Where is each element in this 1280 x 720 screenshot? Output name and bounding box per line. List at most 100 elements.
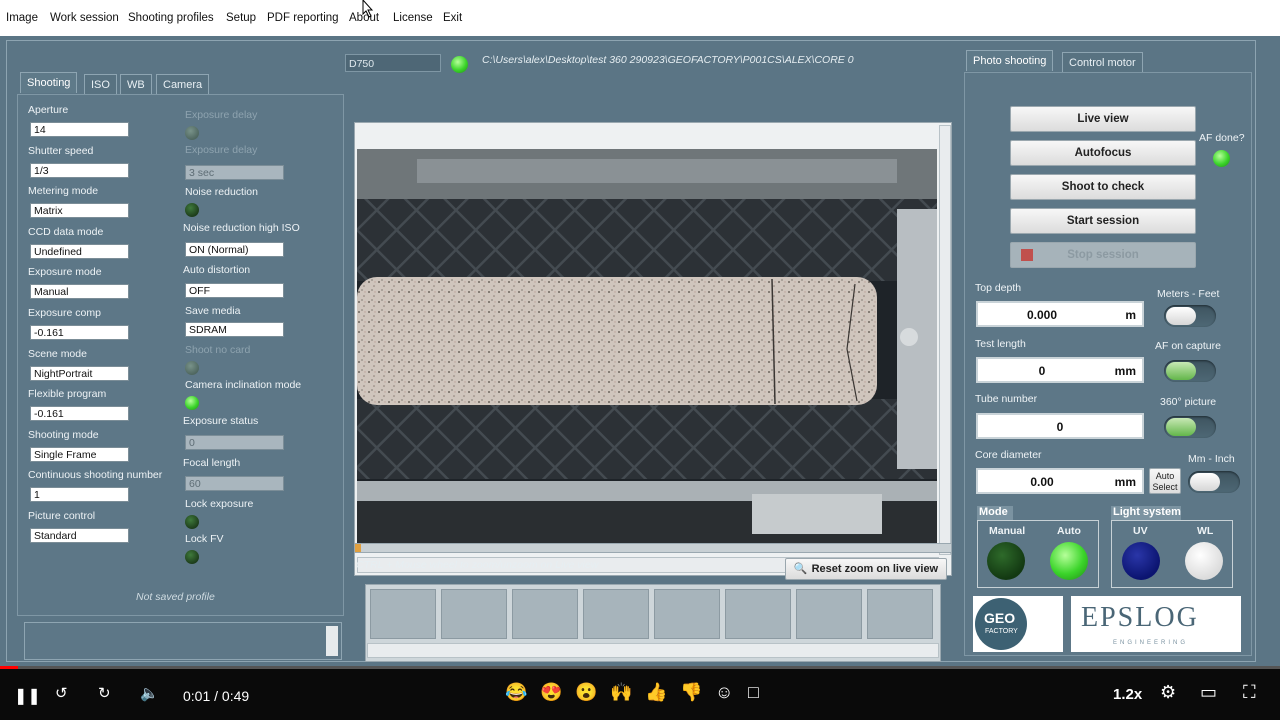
test-length-label: Test length	[975, 338, 1026, 350]
magnifier-icon: 🔍	[793, 563, 808, 575]
reset-zoom-button[interactable]: 🔍 Reset zoom on live view	[785, 558, 947, 580]
exposure-delay2-label: Exposure delay	[185, 144, 258, 156]
nr-high-iso-label: Noise reduction high ISO	[183, 222, 300, 234]
live-view-button[interactable]: Live view	[1010, 106, 1196, 132]
setting-field[interactable]: 1	[30, 487, 129, 503]
thumbnail-slot[interactable]	[867, 589, 933, 639]
video-progress-track[interactable]	[0, 666, 1280, 669]
picture360-toggle[interactable]	[1164, 416, 1216, 438]
thumbnail-slot[interactable]	[654, 589, 720, 639]
miniplayer-icon[interactable]: ▭	[1200, 682, 1217, 703]
autofocus-button[interactable]: Autofocus	[1010, 140, 1196, 166]
light-wl-button[interactable]	[1185, 542, 1223, 580]
tab-photo-shooting[interactable]: Photo shooting	[966, 50, 1054, 71]
emoji-love-icon[interactable]: 😍	[540, 682, 562, 703]
auto-select-button[interactable]: Auto Select	[1149, 468, 1181, 494]
add-reaction-icon[interactable]: ☺	[715, 682, 733, 703]
meters-feet-toggle[interactable]	[1164, 305, 1216, 327]
setting-label: Flexible program	[28, 388, 107, 401]
pause-icon[interactable]: ❚❚	[14, 686, 41, 706]
epslog-logo-text: EPSLOG	[1081, 602, 1199, 633]
inclination-led[interactable]	[185, 396, 199, 410]
emoji-thumbs-down-icon[interactable]: 👎	[680, 682, 702, 703]
noise-reduction-led[interactable]	[185, 203, 199, 217]
menu-pdf-reporting[interactable]: PDF reporting	[267, 12, 339, 24]
shoot-to-check-button[interactable]: Shoot to check	[1010, 174, 1196, 200]
mode-manual-button[interactable]	[987, 542, 1025, 580]
auto-distortion-field[interactable]: OFF	[185, 283, 284, 298]
menu-work-session[interactable]: Work session	[50, 12, 119, 24]
shoot-no-card-led	[185, 361, 199, 375]
camera-connected-led	[451, 56, 468, 73]
menu-license[interactable]: License	[393, 12, 433, 24]
setting-field[interactable]: Matrix	[30, 203, 129, 219]
comment-icon[interactable]: □	[748, 682, 759, 703]
lock-exposure-led[interactable]	[185, 515, 199, 529]
menu-shooting-profiles[interactable]: Shooting profiles	[128, 12, 214, 24]
mode-auto-button[interactable]	[1050, 542, 1088, 580]
nr-high-iso-field[interactable]: ON (Normal)	[185, 242, 284, 257]
settings-gear-icon[interactable]: ⚙	[1160, 682, 1176, 703]
tube-number-field[interactable]: 0	[976, 413, 1144, 439]
playback-speed[interactable]: 1.2x	[1113, 686, 1142, 703]
live-view-panel[interactable]	[354, 122, 952, 576]
mm-inch-toggle[interactable]	[1188, 471, 1240, 493]
log-scrollbar[interactable]	[326, 626, 338, 656]
setting-label: Shutter speed	[28, 144, 94, 157]
core-diameter-field[interactable]: 0.00 mm	[976, 468, 1144, 494]
thumbnail-slot[interactable]	[725, 589, 791, 639]
live-view-image[interactable]	[357, 149, 937, 553]
lock-fv-led[interactable]	[185, 550, 199, 564]
start-session-button[interactable]: Start session	[1010, 208, 1196, 234]
top-depth-field[interactable]: 0.000 m	[976, 301, 1144, 327]
af-done-led	[1213, 150, 1230, 167]
tab-shooting[interactable]: Shooting	[20, 72, 78, 93]
camera-model-field: D750	[345, 54, 441, 72]
menu-setup[interactable]: Setup	[226, 12, 256, 24]
thumbnail-slot[interactable]	[512, 589, 578, 639]
thumbnail-slot[interactable]	[370, 589, 436, 639]
emoji-thumbs-up-icon[interactable]: 👍	[645, 682, 667, 703]
setting-field[interactable]: 1/3	[30, 162, 129, 178]
setting-field[interactable]: Standard	[30, 528, 129, 543]
exposure-delay-field: 3 sec	[185, 165, 284, 180]
setting-field[interactable]: Single Frame	[30, 446, 129, 462]
setting-field[interactable]: Manual	[30, 284, 129, 300]
thumbnail-slot[interactable]	[583, 589, 649, 639]
emoji-joy-icon[interactable]: 😂	[505, 682, 527, 703]
tab-control-motor[interactable]: Control motor	[1062, 52, 1143, 73]
rewind-icon[interactable]: ↺	[55, 684, 68, 702]
setting-field[interactable]: 14	[30, 122, 129, 137]
emoji-wow-icon[interactable]: 😮	[575, 682, 597, 703]
menu-exit[interactable]: Exit	[443, 12, 462, 24]
test-length-field[interactable]: 0 mm	[976, 357, 1144, 383]
tab-iso[interactable]: ISO	[84, 74, 117, 95]
setting-field[interactable]: -0.161	[30, 325, 129, 340]
top-depth-unit: m	[1125, 308, 1136, 322]
tab-camera[interactable]: Camera	[156, 74, 210, 95]
setting-field[interactable]: Undefined	[30, 243, 129, 259]
setting-field[interactable]: NightPortrait	[30, 365, 129, 381]
thumbnail-slot[interactable]	[441, 589, 507, 639]
video-time: 0:01 / 0:49	[183, 688, 250, 704]
light-uv-button[interactable]	[1122, 542, 1160, 580]
setting-label: Shooting mode	[28, 428, 99, 441]
setting-field[interactable]: -0.161	[30, 406, 129, 422]
fullscreen-icon[interactable]: ⛶	[1243, 682, 1256, 703]
log-box[interactable]	[24, 622, 342, 660]
thumbnail-slot[interactable]	[796, 589, 862, 639]
af-done-label: AF done?	[1199, 132, 1245, 144]
af-capture-toggle[interactable]	[1164, 360, 1216, 382]
thumbnail-scrollbar[interactable]	[367, 643, 939, 658]
tab-wb[interactable]: WB	[120, 74, 152, 95]
live-view-vscrollbar[interactable]	[939, 125, 951, 555]
epslog-logo-subtext: ENGINEERING	[1113, 640, 1189, 646]
mode-auto-label: Auto	[1057, 525, 1081, 537]
menu-image[interactable]: Image	[6, 12, 38, 24]
volume-icon[interactable]: 🔈	[140, 684, 159, 702]
forward-icon[interactable]: ↻	[98, 684, 111, 702]
geofactory-logo-text: GEO	[984, 610, 1016, 626]
save-media-field[interactable]: SDRAM	[185, 322, 284, 337]
shoot-no-card-label: Shoot no card	[185, 344, 251, 356]
emoji-hands-icon[interactable]: 🙌	[610, 682, 632, 703]
